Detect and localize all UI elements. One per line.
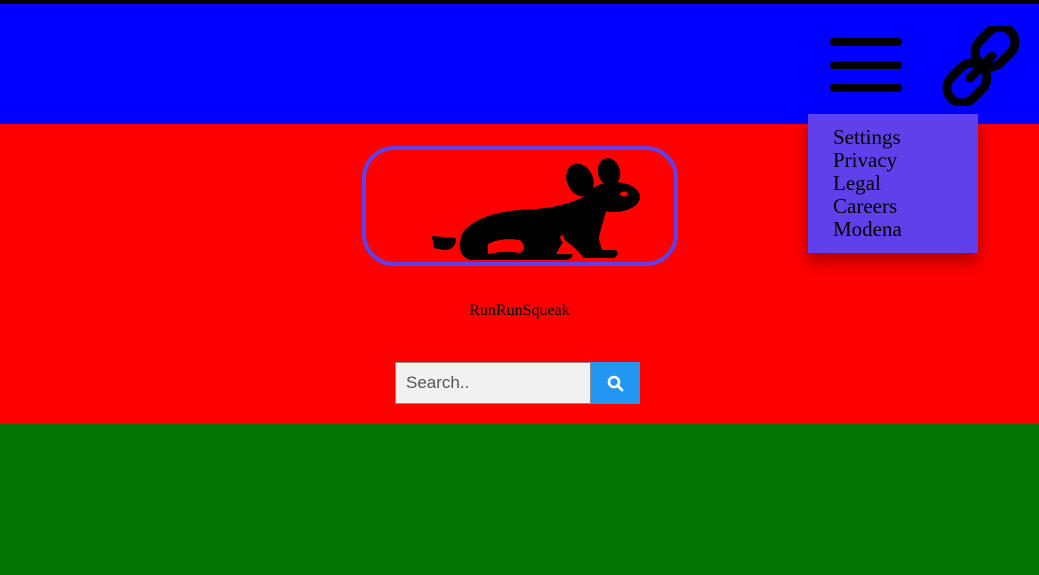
hamburger-menu-icon[interactable] [826,30,906,100]
header-bar [0,4,1039,124]
search-form [395,362,640,404]
footer-section [0,424,1039,575]
menu-item-careers[interactable]: Careers [808,195,978,218]
menu-item-legal[interactable]: Legal [808,172,978,195]
search-button[interactable] [591,362,640,404]
menu-bar [830,61,902,69]
search-input[interactable] [395,362,591,404]
search-icon [607,375,624,391]
menu-bar [830,84,902,92]
menu-bar [830,38,902,46]
rabbit-icon [432,158,640,260]
menu-item-modena[interactable]: Modena [808,218,978,241]
logo [362,146,678,266]
brand-name: RunRunSqueak [469,302,570,319]
dropdown-menu: Settings Privacy Legal Careers Modena [808,114,978,253]
link-icon[interactable] [940,22,1022,108]
menu-item-privacy[interactable]: Privacy [808,149,978,172]
menu-item-settings[interactable]: Settings [808,126,978,149]
